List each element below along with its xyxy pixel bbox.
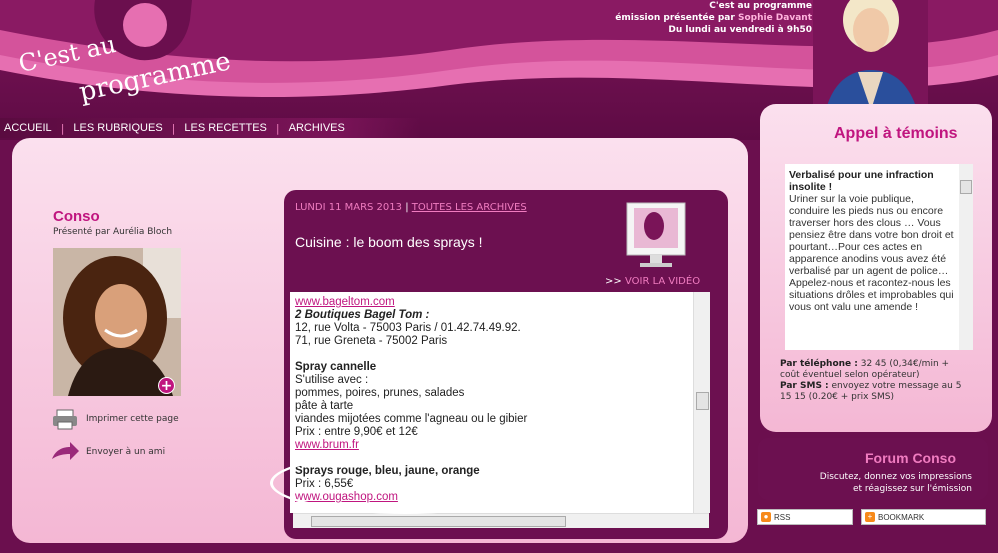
all-archives-link[interactable]: TOUTES LES ARCHIVES [412, 202, 527, 213]
spray-usage-line: S'utilise avec : [295, 374, 369, 386]
show-name: C'est au programme [709, 1, 812, 11]
appel-contact-info: Par téléphone : 32 45 (0,34€/min + coût … [780, 359, 970, 403]
send-to-friend-link[interactable]: Envoyer à un ami [50, 441, 165, 463]
scrollbar-thumb[interactable] [696, 392, 709, 410]
bookmark-button[interactable]: + BOOKMARK [861, 509, 986, 525]
article-vertical-scrollbar[interactable] [693, 292, 710, 513]
print-page-label: Imprimer cette page [86, 414, 179, 424]
plus-icon[interactable]: + [158, 377, 175, 394]
arrow-icon [50, 441, 80, 463]
nav-archives[interactable]: ARCHIVES [289, 122, 345, 134]
appel-headline: Verbalisé pour une infraction insolite ! [789, 169, 934, 193]
spray-cannelle-price: Prix : entre 9,90€ et 12€ [295, 426, 418, 438]
phone-contact: Par téléphone : 32 45 (0,34€/min + coût … [780, 359, 950, 380]
spray-cannelle-title: Spray cannelle [295, 361, 377, 373]
address-line-2: 71, rue Greneta - 75002 Paris [295, 335, 448, 347]
scrollbar-thumb[interactable] [311, 516, 566, 527]
rss-button[interactable]: ● RSS [757, 509, 853, 525]
nav-separator: | [275, 121, 280, 135]
video-link-prefix: >> [605, 276, 622, 287]
forum-title[interactable]: Forum Conso [865, 450, 956, 466]
scrollbar-thumb[interactable] [960, 180, 972, 194]
spray-usage-line: pommes, poires, prunes, salades [295, 387, 465, 399]
nav-separator: | [171, 121, 176, 135]
address-line-1: 12, rue Volta - 75003 Paris / 01.42.74.4… [295, 322, 521, 334]
article-horizontal-scrollbar[interactable] [293, 513, 709, 528]
bookmark-icon: + [865, 512, 875, 522]
appel-temoins-title: Appel à témoins [834, 125, 958, 142]
show-schedule: Du lundi au vendredi à 9h50 [668, 25, 812, 35]
date-separator: | [405, 202, 409, 213]
rss-label: RSS [774, 512, 791, 522]
nav-recettes[interactable]: LES RECETTES [184, 122, 267, 134]
appel-temoins-box[interactable]: Verbalisé pour une infraction insolite !… [785, 164, 973, 350]
print-page-link[interactable]: Imprimer cette page [50, 408, 179, 430]
article-date-line: LUNDI 11 MARS 2013 | TOUTES LES ARCHIVES [295, 202, 527, 213]
nav-separator: | [60, 121, 65, 135]
presenter-portrait [53, 248, 181, 396]
spray-usage-line: pâte à tarte [295, 400, 354, 412]
nav-accueil[interactable]: ACCUEIL [4, 122, 52, 134]
sms-contact: Par SMS : envoyez votre message au 5 15 … [780, 381, 962, 402]
spray-usage-line: viandes mijotées comme l'agneau ou le gi… [295, 413, 528, 425]
site-logo[interactable]: C'est au programme [16, 30, 233, 108]
send-to-friend-label: Envoyer à un ami [86, 447, 166, 457]
nav-rubriques[interactable]: LES RUBRIQUES [73, 122, 162, 134]
printer-icon [50, 408, 80, 430]
article-title: Cuisine : le boom des sprays ! [295, 234, 483, 250]
bageltom-link[interactable]: www.bageltom.com [295, 296, 688, 309]
video-link[interactable]: >> VOIR LA VIDÉO [605, 276, 700, 287]
highlight-annotation [270, 452, 540, 514]
appel-scrollbar[interactable] [959, 164, 973, 350]
show-info: C'est au programme émission présentée pa… [615, 0, 812, 36]
video-link-label: VOIR LA VIDÉO [624, 276, 701, 287]
section-presenter: Présenté par Aurélia Bloch [53, 227, 173, 237]
forum-description: Discutez, donnez vos impressions et réag… [819, 472, 972, 494]
tv-icon[interactable] [626, 202, 688, 270]
rss-icon: ● [761, 512, 771, 522]
article-date: LUNDI 11 MARS 2013 [295, 202, 402, 213]
shops-heading: 2 Boutiques Bagel Tom : [295, 309, 430, 321]
bookmark-label: BOOKMARK [878, 512, 925, 522]
section-title: Conso [53, 208, 100, 225]
appel-text: Uriner sur la voie publique, conduire le… [789, 193, 954, 313]
main-nav: ACCUEIL | LES RUBRIQUES | LES RECETTES |… [0, 118, 420, 138]
brum-link[interactable]: www.brum.fr [295, 439, 688, 452]
show-presenter: émission présentée par Sophie Davant [615, 13, 812, 23]
